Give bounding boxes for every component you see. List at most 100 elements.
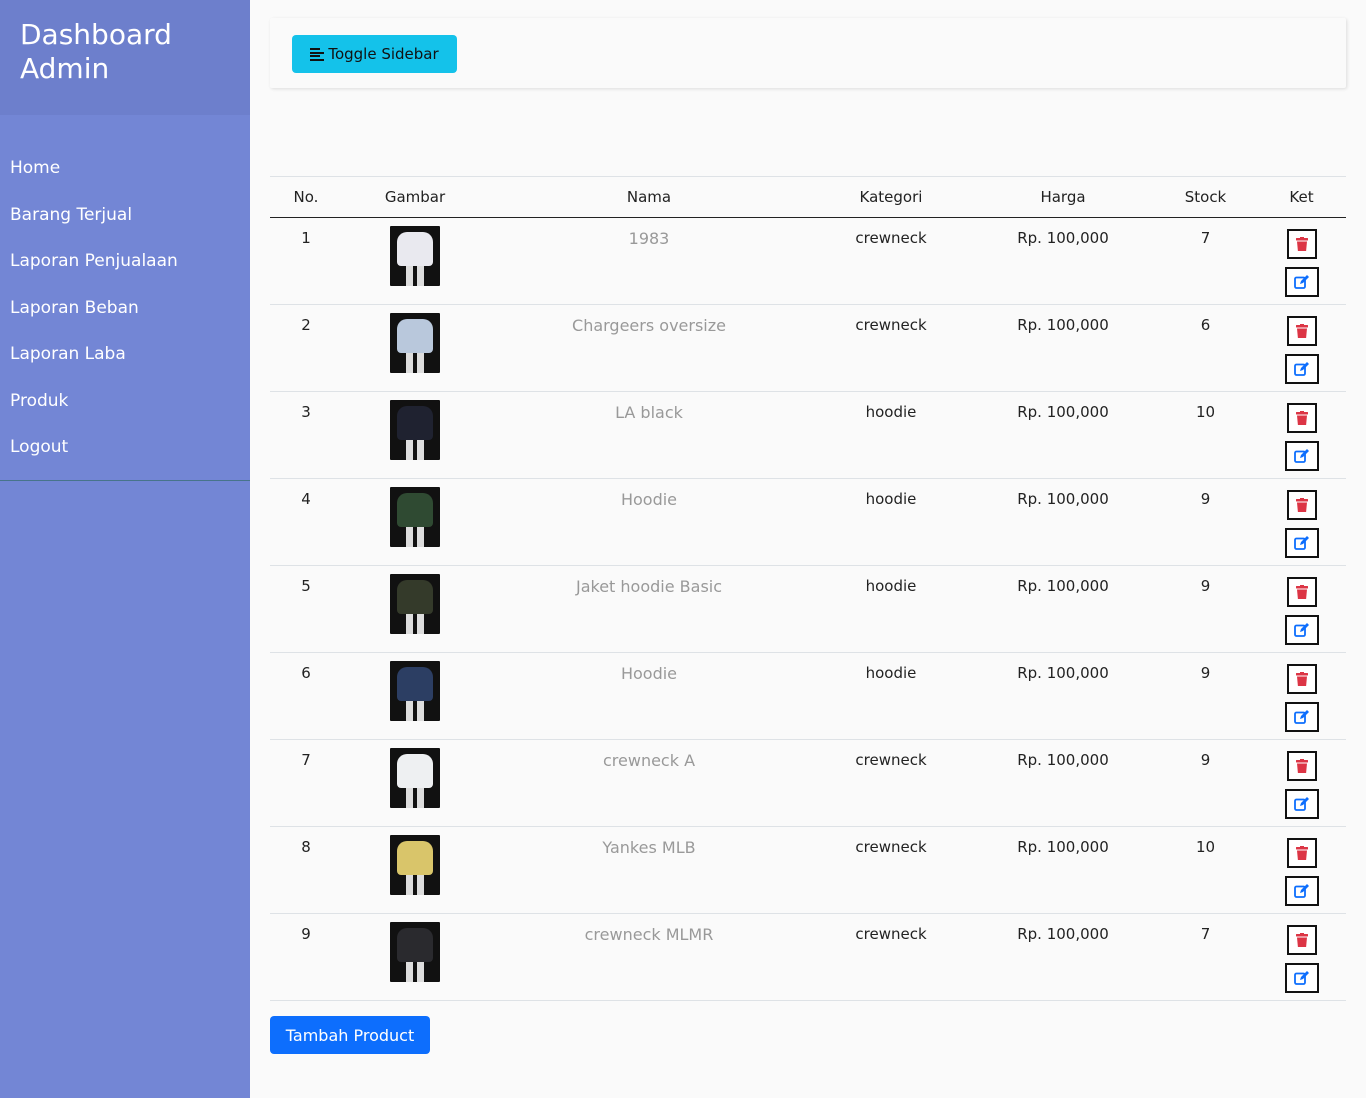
sidebar-item-laporan-beban[interactable]: Laporan Beban xyxy=(0,287,250,329)
header-ket: Ket xyxy=(1257,176,1346,218)
edit-button[interactable] xyxy=(1284,702,1319,732)
row-actions xyxy=(1257,566,1346,653)
row-harga: Rp. 100,000 xyxy=(1017,664,1109,682)
sidebar-item-produk[interactable]: Produk xyxy=(0,380,250,422)
edit-button[interactable] xyxy=(1284,615,1319,645)
garment-shape xyxy=(397,667,433,701)
edit-button[interactable] xyxy=(1284,963,1319,993)
edit-icon xyxy=(1293,971,1309,985)
edit-icon xyxy=(1293,623,1309,637)
table-row: 6 Hoodie hoodie Rp. 100,000 9 xyxy=(270,653,1346,740)
row-stock: 9 xyxy=(1200,490,1211,508)
row-actions xyxy=(1257,479,1346,566)
edit-button[interactable] xyxy=(1284,267,1319,297)
product-image xyxy=(390,226,440,286)
row-actions xyxy=(1257,305,1346,392)
row-image-cell xyxy=(342,566,488,653)
delete-button[interactable] xyxy=(1286,838,1317,868)
row-stock: 7 xyxy=(1200,229,1211,247)
row-actions xyxy=(1257,827,1346,914)
table-header-row: No. Gambar Nama Kategori Harga Stock Ket xyxy=(270,176,1346,218)
row-nama: Hoodie xyxy=(620,490,678,509)
row-stock: 6 xyxy=(1200,316,1211,334)
toggle-sidebar-button[interactable]: Toggle Sidebar xyxy=(292,35,457,73)
row-kategori: hoodie xyxy=(865,664,917,682)
delete-button[interactable] xyxy=(1286,664,1317,694)
row-number: 9 xyxy=(301,925,311,943)
row-number: 6 xyxy=(301,664,311,682)
trash-icon xyxy=(1295,498,1308,512)
row-number: 5 xyxy=(301,577,311,595)
sidebar-item-home[interactable]: Home xyxy=(0,147,250,189)
toggle-sidebar-label: Toggle Sidebar xyxy=(328,45,439,63)
table-row: 1 1983 crewneck Rp. 100,000 7 xyxy=(270,218,1346,305)
edit-button[interactable] xyxy=(1284,441,1319,471)
table-row: 7 crewneck A crewneck Rp. 100,000 9 xyxy=(270,740,1346,827)
row-kategori: crewneck xyxy=(855,838,927,856)
edit-button[interactable] xyxy=(1284,876,1319,906)
product-image xyxy=(390,574,440,634)
delete-button[interactable] xyxy=(1286,316,1317,346)
edit-icon xyxy=(1293,884,1309,898)
edit-button[interactable] xyxy=(1284,354,1319,384)
sidebar-title: Dashboard Admin xyxy=(20,18,172,85)
row-harga: Rp. 100,000 xyxy=(1017,316,1109,334)
delete-button[interactable] xyxy=(1286,925,1317,955)
delete-button[interactable] xyxy=(1286,490,1317,520)
table-row: 4 Hoodie hoodie Rp. 100,000 9 xyxy=(270,479,1346,566)
delete-button[interactable] xyxy=(1286,229,1317,259)
trash-icon xyxy=(1295,237,1308,251)
add-product-button[interactable]: Tambah Product xyxy=(270,1016,430,1054)
row-stock: 7 xyxy=(1200,925,1211,943)
row-actions xyxy=(1257,740,1346,827)
row-harga: Rp. 100,000 xyxy=(1017,490,1109,508)
row-stock: 9 xyxy=(1200,577,1211,595)
edit-button[interactable] xyxy=(1284,528,1319,558)
trash-icon xyxy=(1295,324,1308,338)
garment-shape xyxy=(397,841,433,875)
table-row: 2 Chargeers oversize crewneck Rp. 100,00… xyxy=(270,305,1346,392)
trash-icon xyxy=(1295,672,1308,686)
row-stock: 9 xyxy=(1200,751,1211,769)
table-row: 5 Jaket hoodie Basic hoodie Rp. 100,000 … xyxy=(270,566,1346,653)
edit-icon xyxy=(1293,449,1309,463)
delete-button[interactable] xyxy=(1286,751,1317,781)
row-image-cell xyxy=(342,392,488,479)
sidebar-item-laporan-penjualan[interactable]: Laporan Penjualaan xyxy=(0,240,250,282)
sidebar-item-barang-terjual[interactable]: Barang Terjual xyxy=(0,194,250,236)
garment-shape xyxy=(397,580,433,614)
row-nama: Jaket hoodie Basic xyxy=(575,577,723,596)
garment-shape xyxy=(397,493,433,527)
row-nama: crewneck A xyxy=(602,751,696,770)
garment-shape xyxy=(397,406,433,440)
row-kategori: hoodie xyxy=(865,490,917,508)
row-number: 1 xyxy=(301,229,311,247)
row-image-cell xyxy=(342,740,488,827)
sidebar-menu: Home Barang Terjual Laporan Penjualaan L… xyxy=(0,115,250,481)
sidebar-item-logout[interactable]: Logout xyxy=(0,426,250,468)
edit-button[interactable] xyxy=(1284,789,1319,819)
sidebar-item-laporan-laba[interactable]: Laporan Laba xyxy=(0,333,250,375)
sidebar: Dashboard Admin Home Barang Terjual Lapo… xyxy=(0,0,250,1098)
row-harga: Rp. 100,000 xyxy=(1017,925,1109,943)
row-actions xyxy=(1257,392,1346,479)
row-harga: Rp. 100,000 xyxy=(1017,403,1109,421)
garment-shape xyxy=(397,232,433,266)
row-actions xyxy=(1257,914,1346,1001)
product-image xyxy=(390,748,440,808)
delete-button[interactable] xyxy=(1286,577,1317,607)
products-table: No. Gambar Nama Kategori Harga Stock Ket… xyxy=(270,176,1346,1001)
row-kategori: crewneck xyxy=(855,316,927,334)
row-harga: Rp. 100,000 xyxy=(1017,751,1109,769)
delete-button[interactable] xyxy=(1286,403,1317,433)
main-content: Toggle Sidebar No. Gambar Nama Kategori … xyxy=(250,0,1366,1098)
product-image xyxy=(390,922,440,982)
edit-icon xyxy=(1293,275,1309,289)
row-kategori: hoodie xyxy=(865,577,917,595)
row-actions xyxy=(1257,218,1346,305)
row-image-cell xyxy=(342,914,488,1001)
trash-icon xyxy=(1295,411,1308,425)
row-number: 7 xyxy=(301,751,311,769)
row-kategori: crewneck xyxy=(855,751,927,769)
row-number: 4 xyxy=(301,490,311,508)
